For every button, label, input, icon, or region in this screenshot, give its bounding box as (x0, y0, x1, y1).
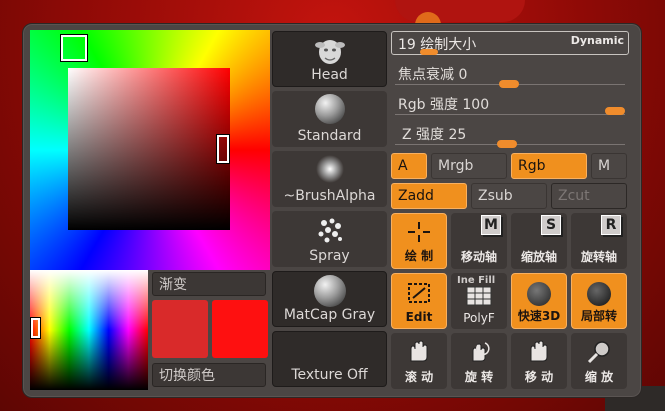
rotate-axis-button[interactable]: R 旋转轴 (571, 213, 627, 269)
zoom-view-button[interactable]: 缩 放 (571, 333, 627, 389)
rgb-intensity-thumb[interactable] (605, 107, 625, 115)
zcut-toggle[interactable]: Zcut (551, 183, 627, 209)
scale-axis-label: 缩放轴 (520, 250, 557, 264)
texture-selector[interactable]: Texture Off (272, 331, 387, 387)
local-rotate-button[interactable]: 局部转 (571, 273, 627, 329)
quick3d-sphere-icon (527, 282, 551, 306)
main-color-swatch[interactable] (152, 300, 208, 358)
stroke-selector[interactable]: Standard (272, 91, 387, 147)
rgb-intensity-label: Rgb 强度 100 (398, 97, 490, 113)
zsub-toggle[interactable]: Zsub (471, 183, 547, 209)
move-axis-button[interactable]: M 移动轴 (451, 213, 507, 269)
spray-label: Spray (309, 248, 350, 264)
material-label: MatCap Gray (283, 307, 376, 323)
focal-shift-label: 焦点衰减 0 (398, 67, 468, 83)
rotate-letter-icon: R (601, 215, 621, 235)
z-intensity-thumb[interactable] (497, 140, 517, 148)
brush-alpha-icon (315, 155, 344, 183)
z-intensity-slider[interactable]: Z 强度 25 (391, 122, 629, 148)
brush-label: Head (311, 67, 348, 83)
local-rotate-label: 局部转 (580, 309, 617, 323)
secondary-color-swatch[interactable] (212, 300, 268, 358)
local-rotate-icon (587, 282, 611, 306)
zoom-view-label: 缩 放 (584, 370, 614, 384)
material-selector[interactable]: MatCap Gray (272, 271, 387, 327)
color-spectrum[interactable] (30, 270, 148, 390)
rotate-axis-label: 旋转轴 (580, 250, 617, 264)
gradient-button[interactable]: 渐变 (152, 272, 266, 296)
polyframe-grid-icon (466, 286, 492, 306)
matcap-sphere-icon (313, 275, 346, 307)
a-toggle[interactable]: A (391, 153, 427, 179)
saturation-value-marker[interactable] (216, 134, 230, 164)
dynamic-button[interactable]: Dynamic (571, 34, 624, 47)
spray-icon (318, 218, 342, 243)
z-intensity-label: Z 强度 25 (402, 127, 467, 143)
mrgb-toggle[interactable]: Mrgb (431, 153, 507, 179)
draw-size-thumb[interactable] (420, 49, 438, 55)
scroll-hand-icon (410, 340, 428, 362)
focal-shift-slider[interactable]: 焦点衰减 0 (391, 62, 629, 88)
draw-crosshair-icon (408, 222, 430, 242)
rgb-intensity-slider[interactable]: Rgb 强度 100 (391, 92, 629, 118)
texture-label: Texture Off (291, 367, 368, 383)
rotate-view-icon (472, 342, 490, 362)
spectrum-marker[interactable] (30, 317, 41, 339)
rgb-toggle[interactable]: Rgb (511, 153, 587, 179)
line-fill-label: Ine Fill (457, 275, 496, 286)
alpha-label: ~BrushAlpha (283, 188, 376, 204)
move-axis-label: 移动轴 (460, 250, 497, 264)
switch-color-button[interactable]: 切换颜色 (152, 363, 266, 387)
move-hand-icon (530, 340, 548, 362)
polyframe-label: PolyF (463, 311, 495, 325)
quick3d-label: 快速3D (517, 309, 561, 323)
edit-icon (408, 283, 430, 303)
rotate-view-label: 旋 转 (464, 370, 494, 384)
zadd-toggle[interactable]: Zadd (391, 183, 467, 209)
head-brush-icon (314, 40, 345, 64)
background-bump (395, 0, 525, 22)
quick3d-button[interactable]: 快速3D (511, 273, 567, 329)
draw-label: 绘 制 (404, 249, 434, 263)
scale-letter-icon: S (541, 215, 561, 235)
rgb-intensity-track (395, 114, 625, 115)
zoom-magnifier-icon (587, 341, 610, 364)
stroke-type-selector[interactable]: Spray (272, 211, 387, 267)
scroll-label: 滚 动 (404, 370, 434, 384)
saturation-value-square[interactable] (68, 68, 230, 230)
move-letter-icon: M (481, 215, 501, 235)
move-view-button[interactable]: 移 动 (511, 333, 567, 389)
m-toggle[interactable]: M (591, 153, 627, 179)
draw-size-slider[interactable]: 19 绘制大小 Dynamic (391, 31, 629, 55)
move-view-label: 移 动 (524, 370, 554, 384)
scroll-button[interactable]: 滚 动 (391, 333, 447, 389)
draw-button[interactable]: 绘 制 (391, 213, 447, 269)
scale-axis-button[interactable]: S 缩放轴 (511, 213, 567, 269)
rotate-view-button[interactable]: 旋 转 (451, 333, 507, 389)
focal-shift-thumb[interactable] (499, 80, 519, 88)
hue-marker[interactable] (60, 34, 88, 62)
standard-stroke-icon (314, 94, 345, 124)
stroke-label: Standard (297, 128, 362, 144)
alpha-selector[interactable]: ~BrushAlpha (272, 151, 387, 207)
edit-label: Edit (405, 310, 433, 324)
brush-selector[interactable]: Head (272, 31, 387, 87)
edit-button[interactable]: Edit (391, 273, 447, 329)
